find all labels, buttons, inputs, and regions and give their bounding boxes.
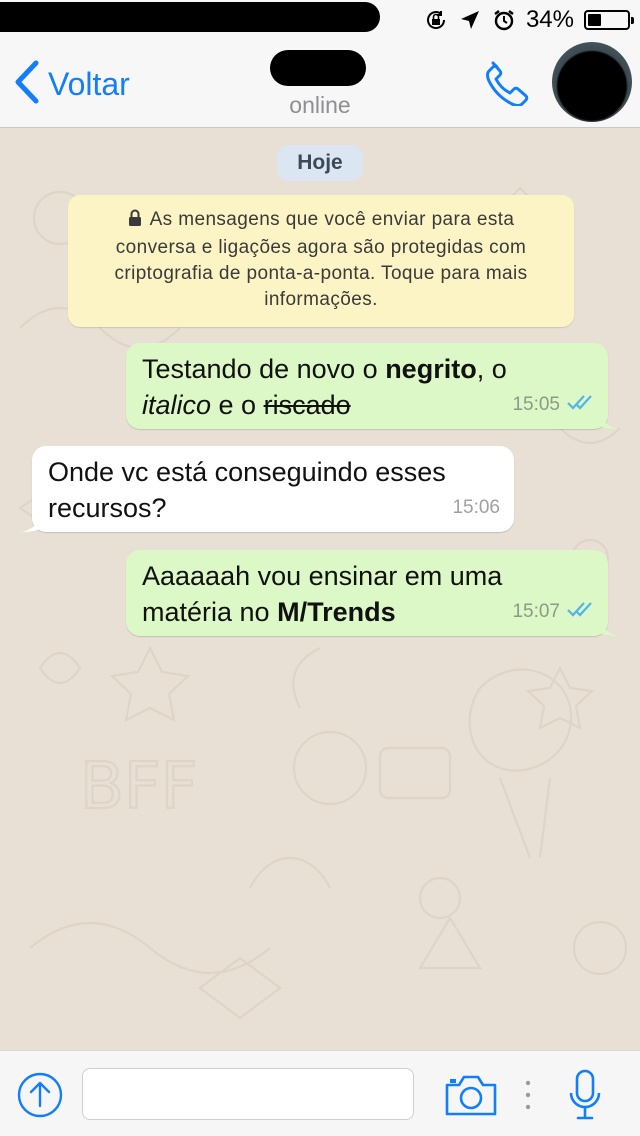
outgoing-message[interactable]: Testando de novo o negrito, o italico e o… [126,343,618,429]
incoming-message[interactable]: Onde vc está conseguindo esses recursos? … [22,446,514,532]
message-input[interactable] [82,1068,414,1120]
message-time: 15:07 [512,601,560,622]
voice-record-button[interactable] [568,1069,602,1121]
message-italic-text: italico [142,390,212,420]
message-meta: 15:06 [452,490,500,526]
message-time: 15:05 [512,394,560,415]
message-strikethrough-text: riscado [263,390,351,420]
location-arrow-icon [458,8,482,32]
message-bold-text: M/Trends [277,597,396,627]
contact-name-redaction[interactable] [270,50,366,86]
alarm-clock-icon [492,8,516,32]
bubble-tail [598,411,618,429]
phone-icon [482,58,530,111]
svg-text:BFF: BFF [80,750,198,824]
message-time: 15:06 [452,497,500,518]
message-text-line: recursos? [48,493,167,523]
more-dots-icon [525,1080,531,1110]
lock-icon [128,209,142,235]
message-text-part: Testando de novo o [142,354,386,384]
double-check-read-icon [566,387,594,423]
encryption-notice-text: As mensagens que você enviar para esta c… [114,209,528,310]
bubble-tail [598,618,618,636]
message-meta: 15:05 [512,387,594,423]
encryption-notice[interactable]: As mensagens que você enviar para esta c… [68,195,574,327]
camera-button[interactable] [444,1073,498,1117]
double-check-read-icon [566,594,594,630]
voice-call-button[interactable] [478,56,534,112]
battery-icon [584,10,634,30]
contact-avatar[interactable] [552,42,632,122]
arrow-up-circle-icon [16,1072,64,1123]
camera-icon [444,1075,498,1121]
status-bar-right: 34% [424,6,634,34]
message-text-part: , o [476,354,507,384]
chat-area[interactable]: BFF Hoje As mensagens que você enviar pa… [0,128,640,1050]
microphone-icon [568,1069,602,1125]
contact-status: online [289,92,351,118]
bubble-tail [22,514,42,532]
status-bar: 34% [0,0,640,40]
message-input-bar [0,1050,640,1136]
battery-percentage: 34% [525,6,574,33]
message-text-part: matéria no [142,597,278,627]
message-bold-text: negrito [385,354,477,384]
message-meta: 15:07 [512,594,594,630]
status-bar-redaction [0,2,380,32]
message-text: Onde vc está conseguindo esses recursos? [48,454,498,526]
orientation-lock-icon [424,8,448,32]
date-separator: Hoje [277,145,363,181]
chat-header: Voltar online [0,40,640,128]
attach-button[interactable] [16,1071,64,1119]
outgoing-message[interactable]: Aaaaaah vou ensinar em uma matéria no M/T… [126,550,618,636]
message-text-part: e o [211,390,264,420]
battery-level-fill [588,14,601,26]
message-text-line: Onde vc está conseguindo esses [48,457,446,487]
message-text-line: Aaaaaah vou ensinar em uma [142,561,503,591]
